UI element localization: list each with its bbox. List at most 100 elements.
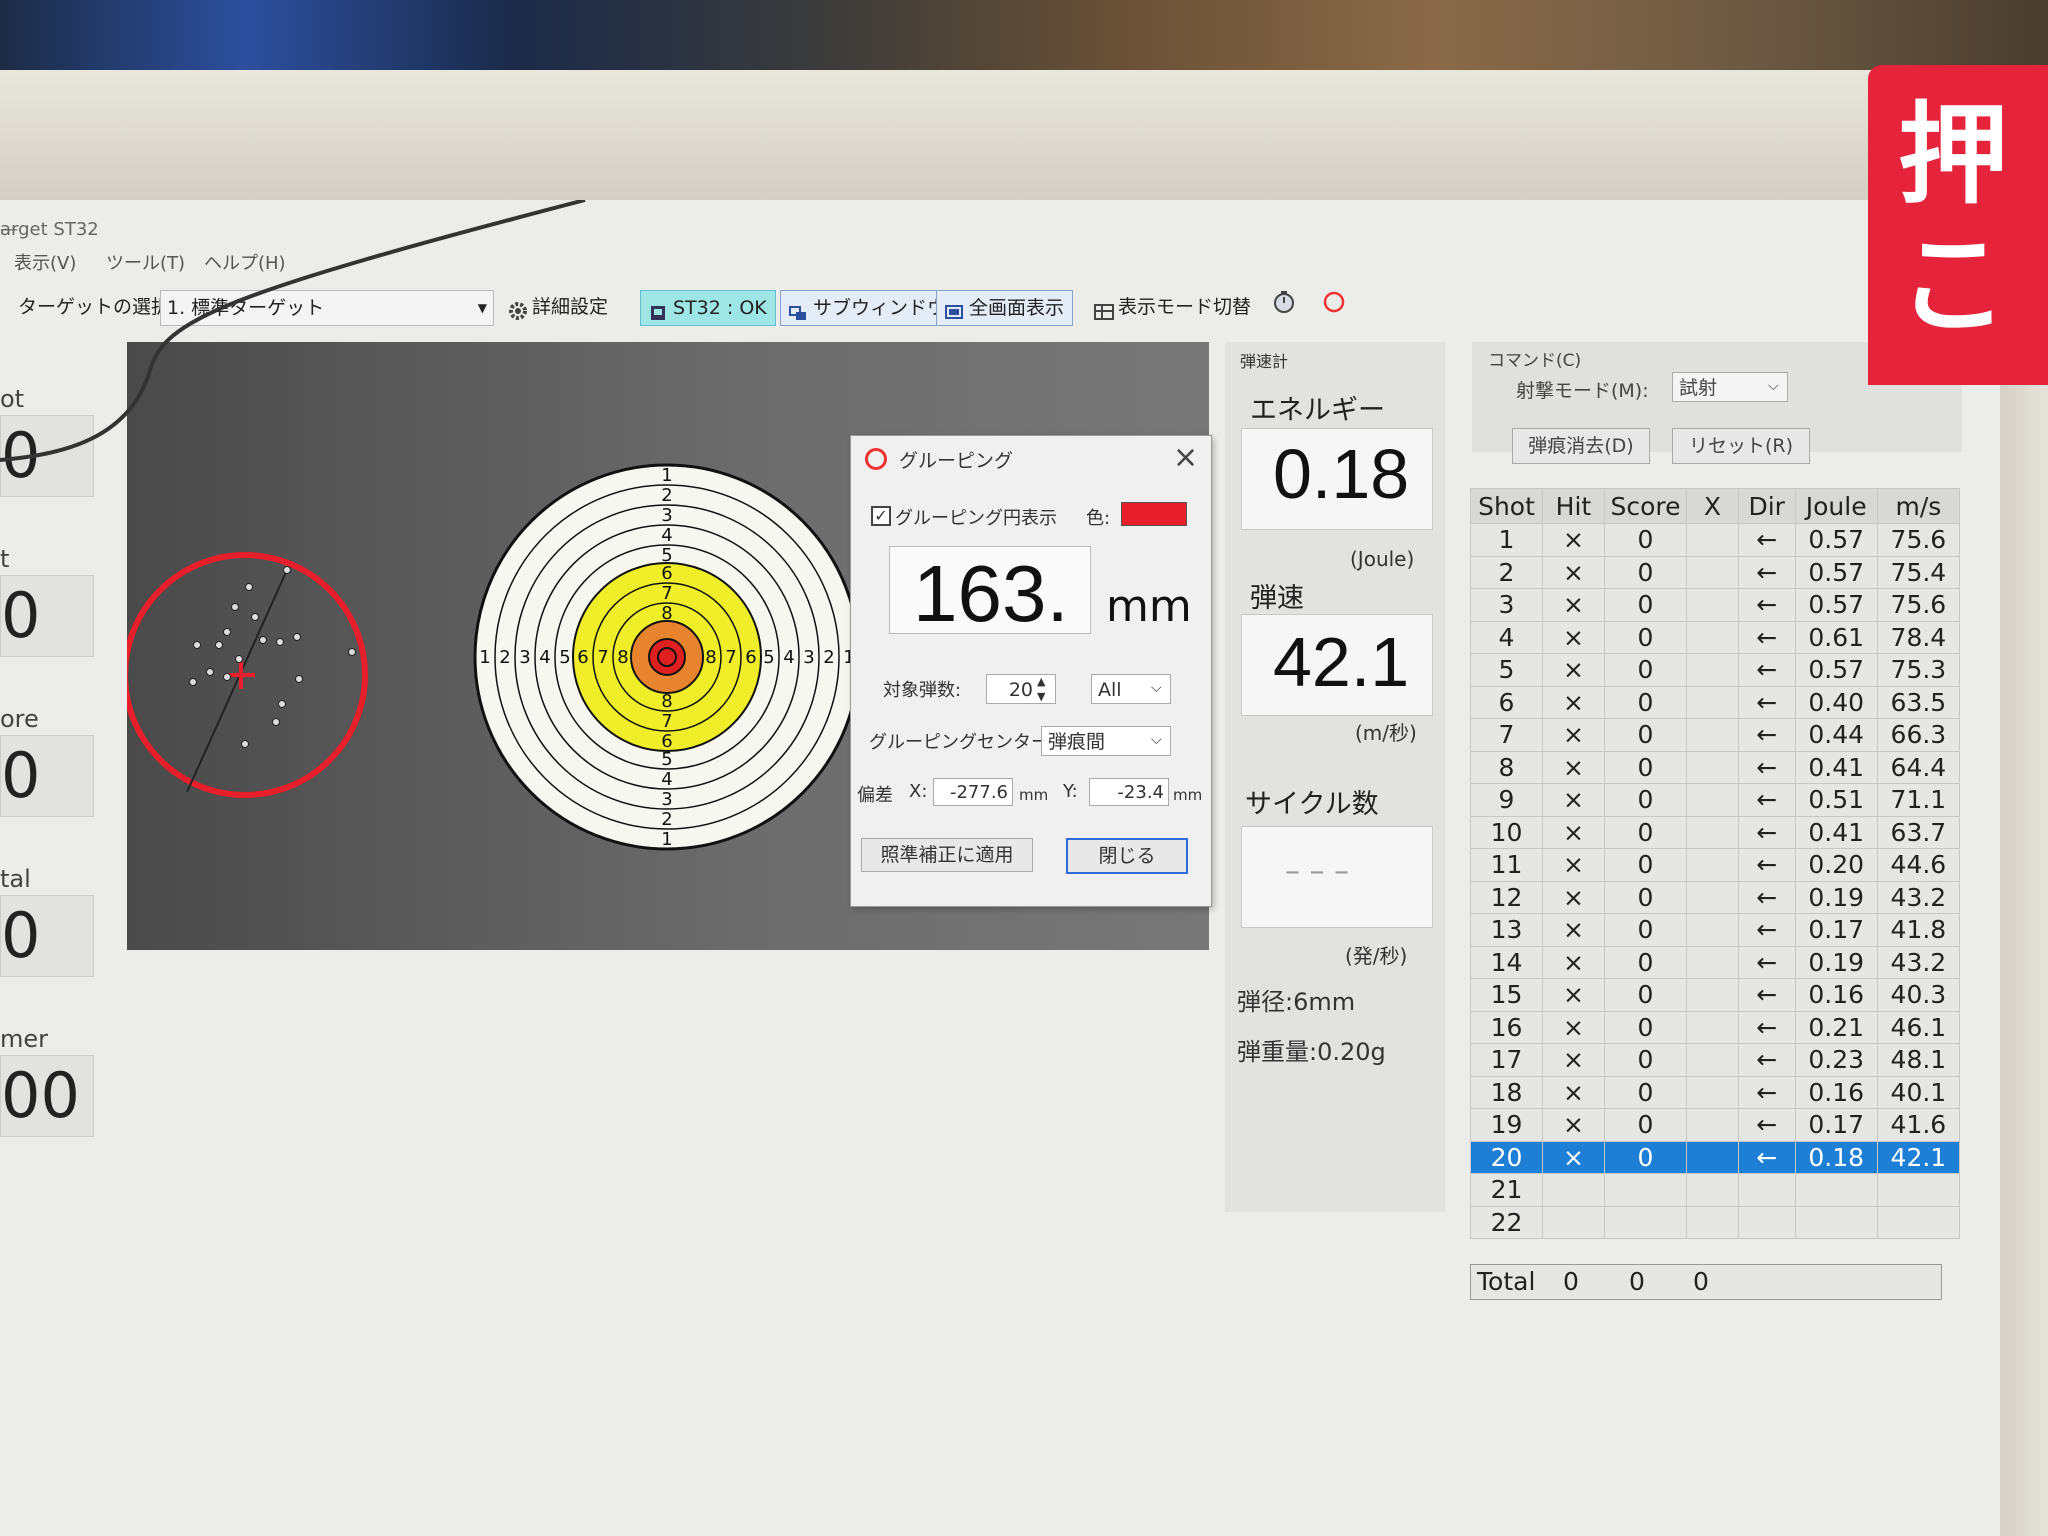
cell-score: 0 xyxy=(1603,880,1688,914)
cell-hit xyxy=(1542,1173,1605,1207)
shot-hole xyxy=(293,633,301,641)
cell-x xyxy=(1686,523,1739,557)
cell-x xyxy=(1686,1140,1739,1174)
center-label: グルーピングセンター: xyxy=(869,732,1056,753)
table-row[interactable]: 15 × 0 ← 0.16 40.3 xyxy=(1469,978,1961,1012)
color-swatch[interactable] xyxy=(1121,502,1187,526)
table-row[interactable]: 22 xyxy=(1469,1205,1961,1239)
cell-joule xyxy=(1794,1205,1878,1239)
cell-dir: ← xyxy=(1737,880,1796,914)
display-mode-button[interactable]: 表示モード切替 xyxy=(1094,290,1251,324)
cell-hit: × xyxy=(1542,620,1605,654)
ring-number-v: 2 xyxy=(661,485,672,506)
apply-correction-button[interactable]: 照準補正に適用 xyxy=(861,838,1033,872)
cell-dir: ← xyxy=(1737,1010,1796,1044)
table-row[interactable]: 21 xyxy=(1469,1173,1961,1207)
table-row[interactable]: 20 × 0 ← 0.18 42.1 xyxy=(1469,1140,1961,1174)
cell-shot: 22 xyxy=(1469,1205,1544,1239)
cell-ms xyxy=(1876,1205,1961,1239)
device-icon xyxy=(649,299,669,320)
close-icon[interactable]: × xyxy=(1173,440,1198,475)
ring-number-v: 8 xyxy=(661,691,672,712)
table-row[interactable]: 18 × 0 ← 0.16 40.1 xyxy=(1469,1075,1961,1109)
grouping-dialog: グルーピング × ✓ グルーピング円表示 色: 163. mm 対象弾数: 20… xyxy=(850,435,1212,907)
cell-joule: 0.57 xyxy=(1794,653,1878,687)
table-row[interactable]: 2 × 0 ← 0.57 75.4 xyxy=(1469,555,1961,589)
cell-x xyxy=(1686,588,1739,622)
chevron-down-icon: ⌵ xyxy=(1151,680,1162,696)
table-row[interactable]: 17 × 0 ← 0.23 48.1 xyxy=(1469,1043,1961,1077)
table-row[interactable]: 7 × 0 ← 0.44 66.3 xyxy=(1469,718,1961,752)
fullscreen-button[interactable]: 全画面表示 xyxy=(936,290,1074,326)
cell-joule: 0.18 xyxy=(1794,1140,1878,1174)
ring-number-v: 2 xyxy=(661,809,672,830)
table-row[interactable]: 1 × 0 ← 0.57 75.6 xyxy=(1469,523,1961,557)
cell-joule: 0.57 xyxy=(1794,555,1878,589)
left-value-total: 0 xyxy=(0,895,94,977)
left-value-score: 0 xyxy=(0,735,94,817)
shot-hole xyxy=(189,678,197,686)
table-row[interactable]: 19 × 0 ← 0.17 41.6 xyxy=(1469,1108,1961,1142)
ring-number-h: 7 xyxy=(597,647,608,668)
cell-score xyxy=(1603,1173,1688,1207)
cell-score: 0 xyxy=(1603,588,1688,622)
show-circle-checkbox[interactable]: ✓ xyxy=(871,506,891,526)
target-select[interactable]: 1. 標準ターゲット ▼ xyxy=(160,290,494,326)
table-row[interactable]: 3 × 0 ← 0.57 75.6 xyxy=(1469,588,1961,622)
table-row[interactable]: 16 × 0 ← 0.21 46.1 xyxy=(1469,1010,1961,1044)
ring-number-v: 1 xyxy=(661,465,672,486)
reset-button[interactable]: リセット(R) xyxy=(1672,428,1810,464)
subwindow-button[interactable]: サブウィンドウ xyxy=(780,290,956,326)
toolbar: ターゲットの選択: 1. 標準ターゲット ▼ 詳細設定 ST32 : OK サブウ… xyxy=(0,286,1900,328)
cell-dir xyxy=(1737,1205,1796,1239)
cell-joule: 0.19 xyxy=(1794,880,1878,914)
target-shots-stepper[interactable]: 20 xyxy=(986,674,1056,704)
table-row[interactable]: 10 × 0 ← 0.41 63.7 xyxy=(1469,815,1961,849)
mode-label: 射撃モード(M): xyxy=(1516,380,1649,402)
x-deviation-field[interactable]: -277.6 xyxy=(933,778,1013,806)
detail-settings-button[interactable]: 詳細設定 xyxy=(508,290,608,324)
cell-ms: 46.1 xyxy=(1876,1010,1961,1044)
y-deviation-field[interactable]: -23.4 xyxy=(1089,778,1169,806)
cell-x xyxy=(1686,1173,1739,1207)
timer-icon[interactable] xyxy=(1272,290,1296,324)
minimize-button[interactable]: — xyxy=(0,214,18,246)
clear-holes-button[interactable]: 弾痕消去(D) xyxy=(1512,428,1650,464)
menu-tools[interactable]: ツール(T) xyxy=(106,248,185,280)
cell-x xyxy=(1686,750,1739,784)
table-row[interactable]: 8 × 0 ← 0.41 64.4 xyxy=(1469,750,1961,784)
cell-dir: ← xyxy=(1737,555,1796,589)
table-row[interactable]: 12 × 0 ← 0.19 43.2 xyxy=(1469,880,1961,914)
table-row[interactable]: 13 × 0 ← 0.17 41.8 xyxy=(1469,913,1961,947)
cell-x xyxy=(1686,685,1739,719)
status-indicator[interactable]: ST32 : OK xyxy=(640,290,776,326)
cell-joule: 0.16 xyxy=(1794,978,1878,1012)
cell-joule: 0.57 xyxy=(1794,523,1878,557)
ring-number-h: 3 xyxy=(803,647,814,668)
shot-hole xyxy=(241,740,249,748)
photo-scene: arget ST32 — 表示(V) ツール(T) ヘルプ(H) ターゲットの選… xyxy=(0,0,2048,1536)
cell-x xyxy=(1686,1205,1739,1239)
grouping-circle-icon[interactable] xyxy=(1322,290,1346,324)
left-value-shot-text: 0 xyxy=(1,419,41,492)
cell-score: 0 xyxy=(1603,685,1688,719)
cell-joule: 0.41 xyxy=(1794,750,1878,784)
table-row[interactable]: 11 × 0 ← 0.20 44.6 xyxy=(1469,848,1961,882)
stepper-arrows-icon[interactable]: ▲ ▼ xyxy=(1037,674,1045,704)
cell-shot: 14 xyxy=(1469,945,1544,979)
table-row[interactable]: 6 × 0 ← 0.40 63.5 xyxy=(1469,685,1961,719)
cell-score: 0 xyxy=(1603,783,1688,817)
table-row[interactable]: 14 × 0 ← 0.19 43.2 xyxy=(1469,945,1961,979)
table-row[interactable]: 9 × 0 ← 0.51 71.1 xyxy=(1469,783,1961,817)
menu-view[interactable]: 表示(V) xyxy=(14,248,76,280)
cell-dir: ← xyxy=(1737,978,1796,1012)
table-row[interactable]: 4 × 0 ← 0.61 78.4 xyxy=(1469,620,1961,654)
table-row[interactable]: 5 × 0 ← 0.57 75.3 xyxy=(1469,653,1961,687)
cell-dir: ← xyxy=(1737,685,1796,719)
cell-hit: × xyxy=(1542,880,1605,914)
close-button[interactable]: 閉じる xyxy=(1066,838,1188,874)
ring-number-v: 3 xyxy=(661,505,672,526)
menu-help[interactable]: ヘルプ(H) xyxy=(204,248,286,280)
weight-text: 弾重量:0.20g xyxy=(1237,1038,1386,1066)
cell-shot: 13 xyxy=(1469,913,1544,947)
